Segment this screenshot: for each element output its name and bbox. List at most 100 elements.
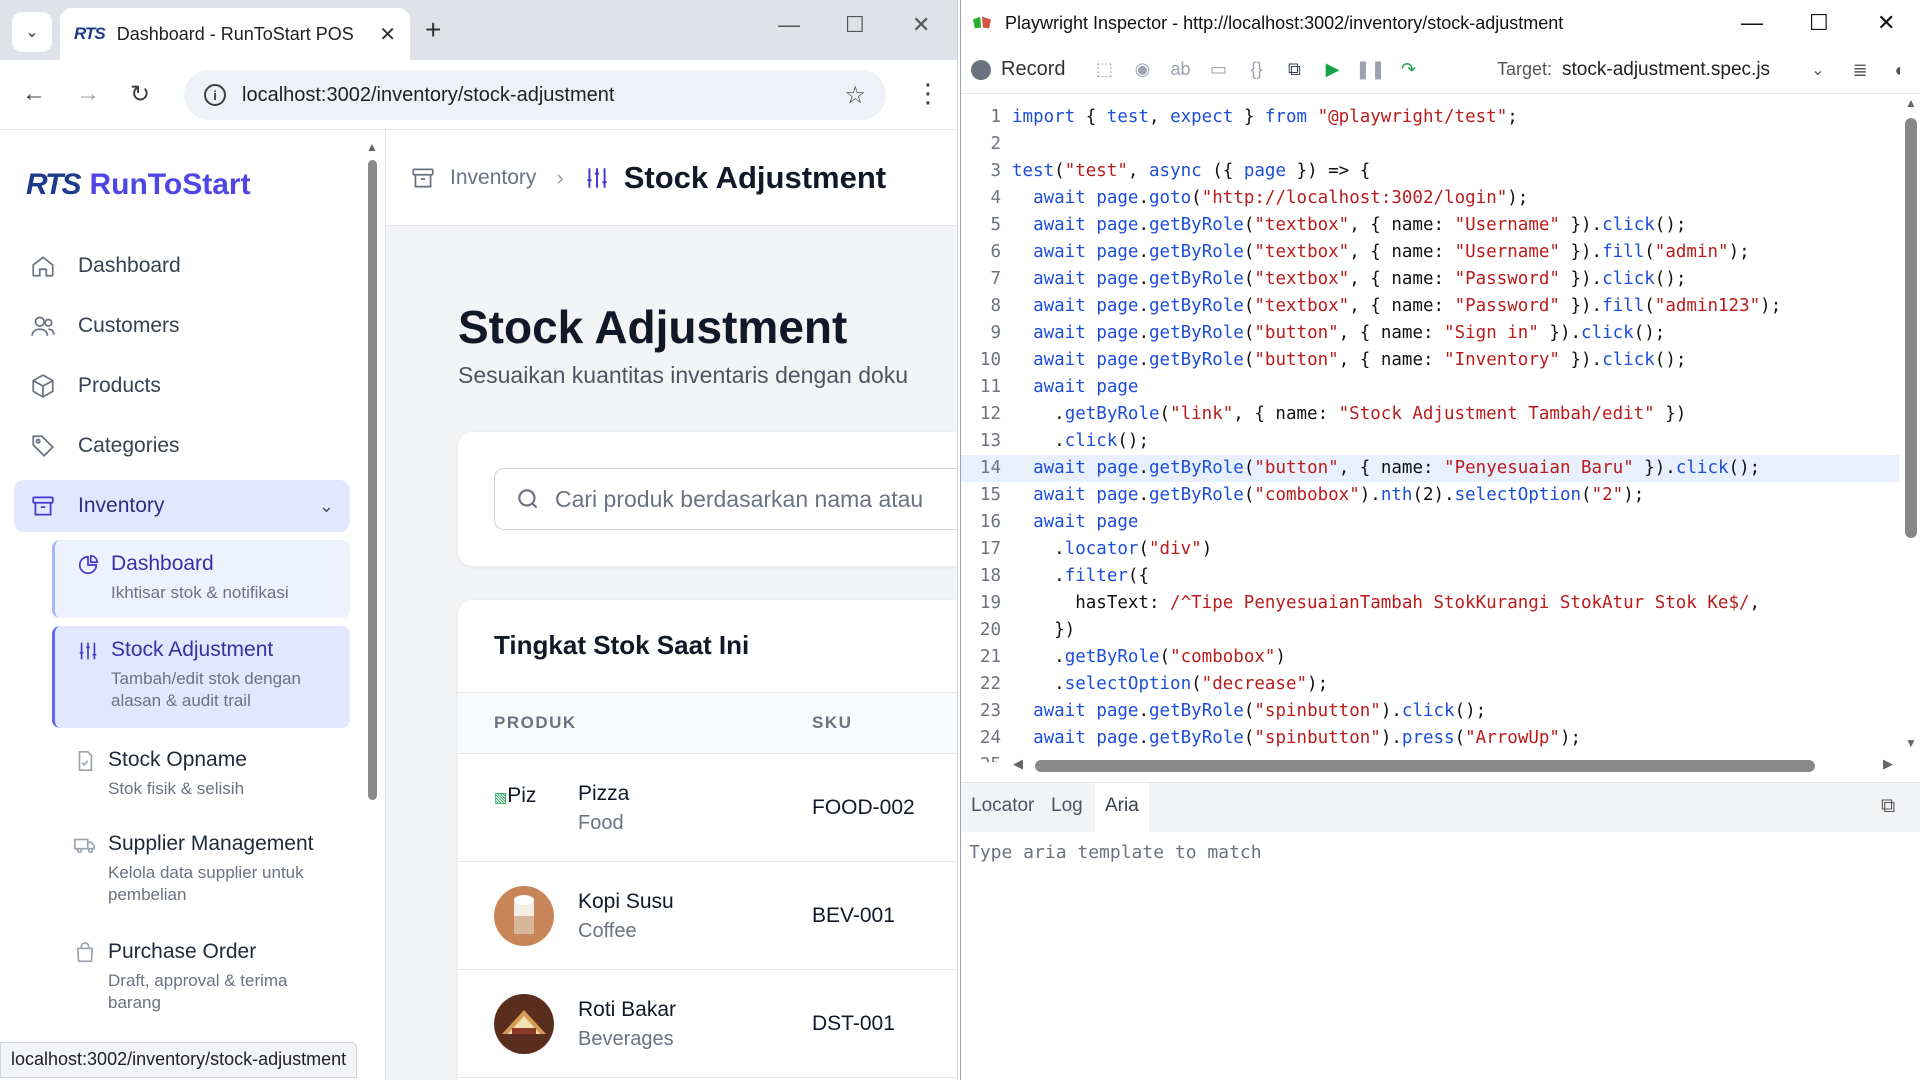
code-line[interactable]: 14 await page.getByRole("button", { name… [961, 455, 1899, 482]
maximize-icon[interactable]: ☐ [845, 12, 865, 38]
chevron-down-icon[interactable]: ⌄ [319, 496, 334, 517]
code-line[interactable]: 12 .getByRole("link", { name: "Stock Adj… [961, 401, 1899, 428]
browser-tab[interactable]: RTS Dashboard - RunToStart POS ✕ [60, 8, 410, 60]
record-icon[interactable] [971, 59, 991, 80]
breadcrumb-parent[interactable]: Inventory [410, 165, 536, 191]
assert-value-icon[interactable]: ▭ [1204, 56, 1232, 84]
close-window-icon[interactable]: ✕ [912, 12, 930, 38]
scroll-down-icon[interactable]: ▼ [1905, 736, 1917, 750]
sliders-icon [77, 640, 99, 662]
record-button[interactable]: Record [1001, 58, 1065, 81]
code-line[interactable]: 2 [961, 131, 1899, 158]
search-placeholder: Cari produk berdasarkan nama atau [555, 485, 924, 512]
code-line[interactable]: 17 .locator("div") [961, 536, 1899, 563]
broken-product-image: ▧Piz [494, 784, 536, 808]
code-editor[interactable]: 1 import { test, expect } from "@playwrig… [961, 104, 1899, 762]
code-line[interactable]: 10 await page.getByRole("button", { name… [961, 347, 1899, 374]
product-name: Pizza [578, 782, 630, 805]
tab-search-dropdown[interactable]: ⌄ [12, 12, 52, 52]
code-line[interactable]: 22 .selectOption("decrease"); [961, 671, 1899, 698]
site-info-icon[interactable]: i [204, 84, 226, 106]
pick-locator-icon[interactable]: ⬚ [1090, 56, 1118, 84]
url-text: localhost:3002/inventory/stock-adjustmen… [242, 83, 615, 106]
submenu-item-dashboard[interactable]: Dashboard Ikhtisar stok & notifikasi [52, 540, 350, 618]
code-line[interactable]: 7 await page.getByRole("textbox", { name… [961, 266, 1899, 293]
code-line[interactable]: 9 await page.getByRole("button", { name:… [961, 320, 1899, 347]
sidebar-item-customers[interactable]: Customers [14, 300, 350, 352]
url-bar[interactable]: i localhost:3002/inventory/stock-adjustm… [184, 70, 886, 120]
search-input[interactable]: Cari produk berdasarkan nama atau [494, 468, 957, 530]
sidebar-item-products[interactable]: Products [14, 360, 350, 412]
copy-icon[interactable]: ⧉ [1280, 56, 1308, 84]
home-icon [28, 251, 58, 281]
submenu-item-supplier-management[interactable]: Supplier Management Kelola data supplier… [52, 820, 350, 920]
maximize-icon[interactable]: ☐ [1809, 10, 1829, 36]
tab-aria[interactable]: Aria [1095, 783, 1149, 833]
code-text: await page.getByRole("textbox", { name: … [1033, 296, 1782, 316]
aria-template-input[interactable]: Type aria template to match [969, 842, 1262, 863]
minimize-icon[interactable]: — [778, 12, 800, 38]
target-selector[interactable]: Target: stock-adjustment.spec.js ⌄ [1497, 59, 1824, 81]
scroll-left-icon[interactable]: ◀ [1013, 756, 1023, 772]
assert-visibility-icon[interactable]: ◉ [1128, 56, 1156, 84]
assert-snapshot-icon[interactable]: {} [1242, 56, 1270, 84]
pause-icon[interactable]: ❚❚ [1355, 56, 1385, 84]
back-icon[interactable]: ← [22, 80, 46, 108]
scroll-up-icon[interactable]: ▲ [366, 140, 378, 154]
chevron-right-icon: › [556, 164, 564, 190]
step-over-icon[interactable]: ↷ [1394, 56, 1422, 84]
submenu-item-stock-adjustment[interactable]: Stock Adjustment Tambah/edit stok dengan… [52, 626, 350, 728]
code-line[interactable]: 3 test("test", async ({ page }) => { [961, 158, 1899, 185]
submenu-item-purchase-order[interactable]: Purchase Order Draft, approval & terima … [52, 928, 350, 1028]
tab-log[interactable]: Log [1051, 795, 1083, 817]
scroll-right-icon[interactable]: ▶ [1883, 756, 1893, 772]
code-line[interactable]: 8 await page.getByRole("textbox", { name… [961, 293, 1899, 320]
close-window-icon[interactable]: ✕ [1877, 10, 1895, 36]
submenu-item-stock-opname[interactable]: Stock Opname Stok fisik & selisih [52, 736, 350, 814]
bookmark-star-icon[interactable]: ☆ [844, 81, 866, 110]
new-tab-button[interactable]: + [425, 14, 441, 46]
playwright-inspector-window: Playwright Inspector - http://localhost:… [960, 0, 1920, 1080]
code-line[interactable]: 23 await page.getByRole("spinbutton").cl… [961, 698, 1899, 725]
reload-icon[interactable]: ↻ [130, 80, 150, 109]
code-line[interactable]: 20 }) [961, 617, 1899, 644]
table-row[interactable]: ▧Piz Pizza Food FOOD-002 [458, 754, 957, 862]
code-line[interactable]: 16 await page [961, 509, 1899, 536]
tab-locator[interactable]: Locator [971, 795, 1034, 817]
table-row[interactable]: Roti Bakar Beverages DST-001 [458, 970, 957, 1078]
sidebar-item-dashboard[interactable]: Dashboard [14, 240, 350, 292]
code-horizontal-scroll-thumb[interactable] [1035, 760, 1815, 772]
sidebar-item-categories[interactable]: Categories [14, 420, 350, 472]
code-line[interactable]: 24 await page.getByRole("spinbutton").pr… [961, 725, 1899, 752]
code-line[interactable]: 21 .getByRole("combobox") [961, 644, 1899, 671]
assert-text-icon[interactable]: ab [1166, 56, 1194, 84]
close-tab-icon[interactable]: ✕ [379, 22, 396, 47]
code-line[interactable]: 19 hasText: /^Tipe PenyesuaianTambah Sto… [961, 590, 1899, 617]
code-line[interactable]: 4 await page.goto("http://localhost:3002… [961, 185, 1899, 212]
resume-icon[interactable]: ▶ [1318, 56, 1346, 84]
code-line[interactable]: 15 await page.getByRole("combobox").nth(… [961, 482, 1899, 509]
browser-menu-icon[interactable]: ⋮ [915, 78, 941, 109]
code-line[interactable]: 1 import { test, expect } from "@playwrig… [961, 104, 1899, 131]
code-line[interactable]: 18 .filter({ [961, 563, 1899, 590]
copy-icon[interactable]: ⧉ [1881, 795, 1895, 818]
minimize-icon[interactable]: — [1741, 10, 1763, 36]
theme-toggle-icon[interactable]: ◐ [1886, 56, 1914, 84]
scroll-up-icon[interactable]: ▲ [1905, 96, 1917, 110]
submenu-desc: Stok fisik & selisih [108, 779, 245, 798]
forward-icon[interactable]: → [76, 80, 100, 108]
code-vertical-scroll-thumb[interactable] [1905, 118, 1917, 538]
code-line[interactable]: 11 await page [961, 374, 1899, 401]
code-line[interactable]: 13 .click(); [961, 428, 1899, 455]
page-title: Stock Adjustment [458, 301, 848, 353]
submenu-title: Dashboard [111, 552, 214, 575]
sidebar-scroll-thumb[interactable] [368, 160, 377, 800]
table-row[interactable]: Kopi Susu Coffee BEV-001 [458, 862, 957, 970]
code-line[interactable]: 6 await page.getByRole("textbox", { name… [961, 239, 1899, 266]
brand-logo[interactable]: RTS RunToStart [26, 168, 251, 202]
sidebar-item-inventory[interactable]: Inventory ⌄ [14, 480, 350, 532]
browser-window: ⌄ RTS Dashboard - RunToStart POS ✕ + — ☐… [0, 0, 958, 1080]
wrap-lines-icon[interactable]: ≣ [1846, 56, 1874, 84]
main-content: Inventory › Stock Adjustment Stock Adjus… [386, 130, 957, 1080]
code-line[interactable]: 5 await page.getByRole("textbox", { name… [961, 212, 1899, 239]
